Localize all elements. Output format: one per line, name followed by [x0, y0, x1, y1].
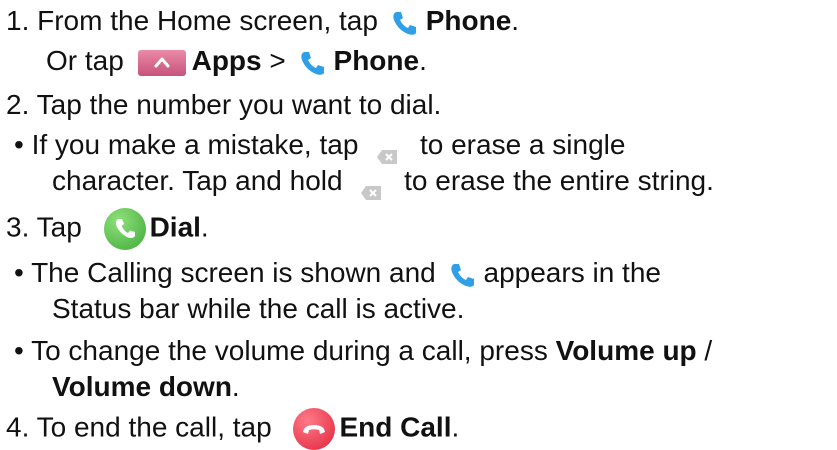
step-3: 3. Tap Dial. — [6, 208, 209, 250]
dial-icon — [103, 208, 146, 250]
step-4: 4. To end the call, tap End Call. — [6, 408, 459, 450]
apps-label: Apps — [191, 45, 262, 76]
step-2-bullet-1-cont: character. Tap and hold to erase the ent… — [52, 164, 714, 200]
bullet-text-end: to erase a single — [412, 129, 626, 160]
phone-icon — [448, 260, 478, 290]
bullet-text: • If you make a mistake, tap — [14, 129, 367, 160]
phone-label: Phone — [425, 5, 512, 36]
volume-up-label: Volume up — [555, 335, 697, 366]
phone-icon — [390, 8, 420, 38]
step-1-end: . — [511, 5, 520, 36]
step-3-bullet-2: • To change the volume during a call, pr… — [14, 334, 712, 368]
alt-text: Or tap — [46, 45, 132, 76]
step-2-bullet-1: • If you make a mistake, tap to erase a … — [14, 128, 626, 164]
step-1: 1. From the Home screen, tap Phone. — [6, 4, 519, 38]
step-2-text: 2. Tap the number you want to dial. — [6, 89, 442, 120]
step-4-text: 4. To end the call, tap — [6, 411, 280, 443]
phone-icon — [298, 48, 328, 78]
step-3-bullet-2-cont: Volume down. — [52, 370, 240, 404]
backspace-icon — [360, 175, 382, 200]
bullet-text: • The Calling screen is shown and — [14, 257, 444, 288]
bullet-text-end: to erase the entire string. — [396, 165, 714, 196]
bullet-text: character. Tap and hold — [52, 165, 351, 196]
step-1-alt: Or tap Apps > Phone. — [46, 44, 427, 78]
step-2: 2. Tap the number you want to dial. — [6, 88, 441, 122]
bullet-text: Status bar while the call is active. — [52, 293, 465, 324]
volume-down-label: Volume down — [52, 371, 232, 402]
bullet-text: • To change the volume during a call, pr… — [14, 335, 556, 366]
bullet-text-end: appears in the — [483, 257, 661, 288]
step-3-end: . — [200, 211, 209, 243]
alt-end: . — [419, 45, 427, 76]
separator: > — [261, 45, 294, 76]
step-3-bullet-1-cont: Status bar while the call is active. — [52, 292, 464, 326]
step-3-bullet-1: • The Calling screen is shown and appear… — [14, 256, 661, 290]
backspace-icon — [376, 139, 398, 164]
step-3-text: 3. Tap — [6, 211, 90, 243]
step-1-text: 1. From the Home screen, tap — [6, 5, 386, 36]
step-4-end: . — [451, 411, 460, 443]
bullet-text-end: / — [696, 335, 713, 366]
apps-icon — [137, 49, 186, 76]
end-call-icon — [293, 408, 336, 450]
dial-label: Dial — [149, 211, 201, 243]
bullet-text-end: . — [231, 371, 240, 402]
phone-label: Phone — [333, 45, 420, 76]
end-call-label: End Call — [339, 411, 452, 443]
